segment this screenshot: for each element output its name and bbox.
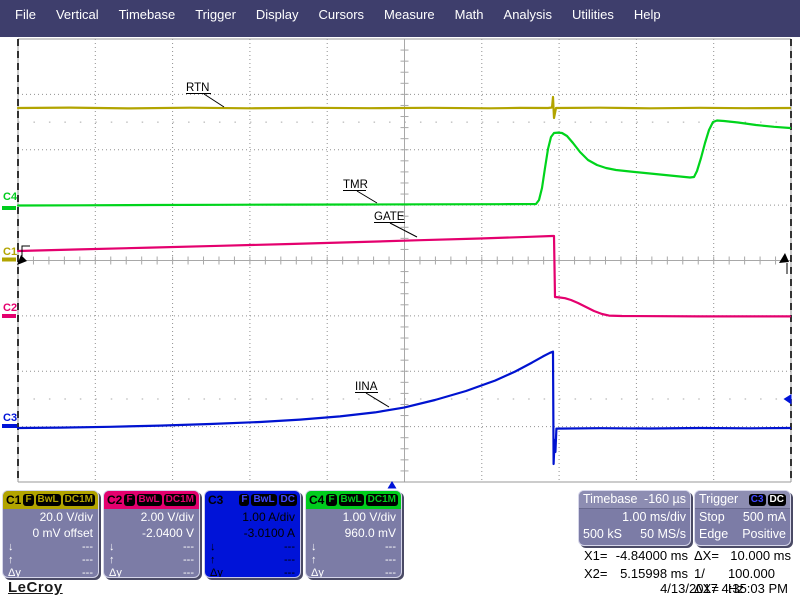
trigger-type: Edge: [699, 526, 728, 543]
min-icon: ↓: [311, 541, 317, 554]
amps-per-div: 1.00 A/div: [205, 509, 300, 525]
label-tmr: TMR: [343, 179, 377, 203]
c3-zero-marker[interactable]: C3: [2, 412, 17, 428]
menu-analysis[interactable]: Analysis: [499, 7, 557, 37]
sample-rate: 50 MS/s: [640, 526, 686, 543]
svg-text:C3: C3: [3, 412, 17, 424]
trigger-level-marker[interactable]: [784, 394, 792, 405]
delta-y-icon: Δy: [210, 567, 223, 578]
min-icon: ↓: [8, 541, 14, 554]
svg-text:C4: C4: [3, 191, 18, 203]
graticule: [18, 39, 791, 482]
channel-descriptor-c2[interactable]: C2 F BwL DC1M 2.00 V/div -2.0400 V ↓--- …: [103, 490, 200, 578]
trigger-coupling-badge: DC: [768, 494, 786, 506]
cursor-dx-readout: ΔX= 10.000 ms: [694, 548, 791, 563]
time-per-div: 1.00 ms/div: [622, 509, 686, 526]
menu-bar: File Vertical Timebase Trigger Display C…: [0, 0, 800, 37]
menu-measure[interactable]: Measure: [379, 7, 440, 37]
max-icon: ↑: [8, 554, 14, 567]
svg-text:IINA: IINA: [355, 381, 378, 393]
offset-value: 960.0 mV: [306, 525, 401, 541]
offset-value: -2.0400 V: [104, 525, 199, 541]
channel-header: C1 F BwL DC1M: [3, 491, 98, 509]
lecroy-logo: LeCroy: [8, 579, 63, 596]
filter-badge: F: [23, 494, 33, 506]
label-gate: GATE: [374, 211, 417, 237]
channel-name: C3: [208, 493, 223, 507]
svg-text:C1: C1: [3, 246, 17, 258]
trigger-source-badge: C3: [749, 494, 766, 506]
label-iina: IINA: [355, 381, 389, 407]
menu-display[interactable]: Display: [251, 7, 304, 37]
c2-zero-marker[interactable]: C2: [2, 302, 17, 318]
delta-y-icon: Δy: [109, 567, 122, 578]
x2-cursor-marker[interactable]: [779, 253, 789, 274]
bandwidth-limit-badge: BwL: [339, 494, 364, 506]
menu-utilities[interactable]: Utilities: [567, 7, 619, 37]
coupling-badge: DC1M: [366, 494, 398, 506]
menu-vertical[interactable]: Vertical: [51, 7, 104, 37]
channel-descriptor-c4[interactable]: C4 F BwL DC1M 1.00 V/div 960.0 mV ↓--- ↑…: [305, 490, 402, 578]
bandwidth-limit-badge: BwL: [251, 494, 276, 506]
offset-value: 0 mV offset: [3, 525, 98, 541]
c1-zero-marker[interactable]: C1: [2, 246, 17, 262]
channel-header: C3 F BwL DC: [205, 491, 300, 509]
channel-header: C2 F BwL DC1M: [104, 491, 199, 509]
menu-help[interactable]: Help: [629, 7, 666, 37]
channel-header: C4 F BwL DC1M: [306, 491, 401, 509]
cursor-x2-readout: X2= 5.15998 ms: [584, 566, 688, 581]
filter-badge: F: [239, 494, 249, 506]
menu-timebase[interactable]: Timebase: [114, 7, 181, 37]
min-icon: ↓: [210, 541, 216, 554]
waveform-display: C4 C1 C2 C3 RTN TMR GATE IINA: [0, 37, 800, 489]
filter-badge: F: [326, 494, 336, 506]
datetime-display: 4/13/2017 4:35:03 PM: [660, 581, 788, 596]
menu-trigger[interactable]: Trigger: [190, 7, 241, 37]
svg-text:TMR: TMR: [343, 179, 368, 191]
max-icon: ↑: [109, 554, 115, 567]
cursor-x1-readout: X1= -4.84000 ms: [584, 548, 688, 563]
x1-cursor-marker[interactable]: [17, 246, 30, 265]
channel-descriptor-c1[interactable]: C1 F BwL DC1M 20.0 V/div 0 mV offset ↓--…: [2, 490, 99, 578]
filter-badge: F: [124, 494, 134, 506]
c4-zero-marker[interactable]: C4: [2, 191, 18, 210]
menu-cursors[interactable]: Cursors: [314, 7, 370, 37]
min-icon: ↓: [109, 541, 115, 554]
channel-name: C2: [107, 493, 122, 507]
bandwidth-limit-badge: BwL: [137, 494, 162, 506]
channel-name: C1: [6, 493, 21, 507]
svg-text:RTN: RTN: [186, 82, 209, 94]
max-icon: ↑: [311, 554, 317, 567]
coupling-badge: DC1M: [164, 494, 196, 506]
trigger-slope: Positive: [742, 526, 786, 543]
trigger-descriptor[interactable]: Trigger C3 DC Stop 500 mA Edge Positive: [694, 490, 791, 546]
svg-text:GATE: GATE: [374, 211, 405, 223]
timebase-descriptor[interactable]: Timebase -160 µs 1.00 ms/div 500 kS 50 M…: [578, 490, 691, 546]
bandwidth-limit-badge: BwL: [36, 494, 61, 506]
volts-per-div: 1.00 V/div: [306, 509, 401, 525]
volts-per-div: 20.0 V/div: [3, 509, 98, 525]
trigger-mode: Stop: [699, 509, 725, 526]
timebase-title: Timebase: [583, 492, 637, 507]
delta-y-icon: Δy: [8, 567, 21, 578]
coupling-badge: DC1M: [63, 494, 95, 506]
volts-per-div: 2.00 V/div: [104, 509, 199, 525]
channel-name: C4: [309, 493, 324, 507]
coupling-badge: DC: [279, 494, 297, 506]
svg-text:C2: C2: [3, 302, 17, 314]
timebase-offset: -160 µs: [644, 492, 686, 507]
menu-file[interactable]: File: [10, 7, 41, 37]
offset-value: -3.0100 A: [205, 525, 300, 541]
delta-y-icon: Δy: [311, 567, 324, 578]
trigger-level: 500 mA: [743, 509, 786, 526]
sample-count: 500 kS: [583, 526, 622, 543]
menu-math[interactable]: Math: [450, 7, 489, 37]
channel-descriptor-c3[interactable]: C3 F BwL DC 1.00 A/div -3.0100 A ↓--- ↑-…: [204, 490, 301, 578]
trigger-title: Trigger: [699, 492, 738, 507]
max-icon: ↑: [210, 554, 216, 567]
